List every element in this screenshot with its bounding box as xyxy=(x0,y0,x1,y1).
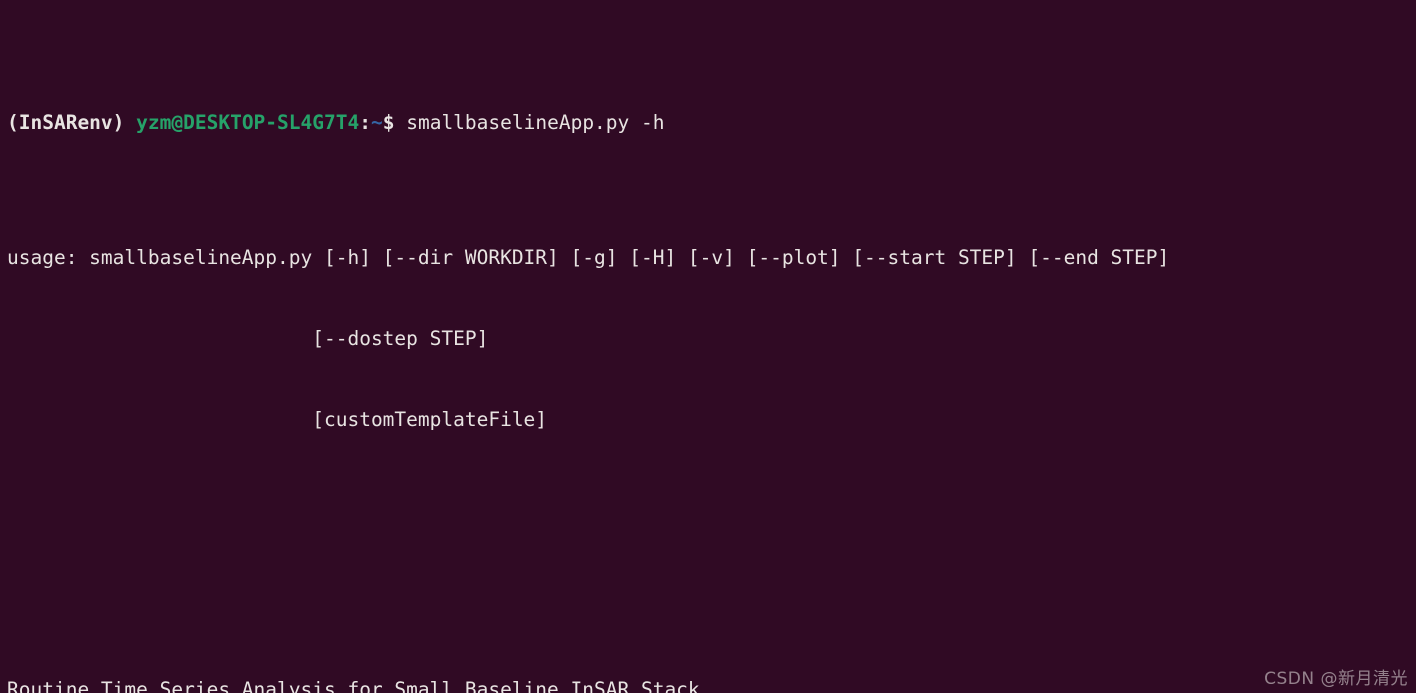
prompt-path: ~ xyxy=(370,111,383,134)
usage-line-2: [--dostep STEP] xyxy=(7,327,489,350)
terminal-screen: (InSARenv) yzm@DESKTOP-SL4G7T4:~$ smallb… xyxy=(7,1,1240,693)
prompt-user-host: yzm@DESKTOP-SL4G7T4 xyxy=(136,111,360,134)
prompt-space-2 xyxy=(394,111,406,134)
usage-line-1: usage: smallbaselineApp.py [-h] [--dir W… xyxy=(7,246,1170,269)
terminal-window[interactable]: (InSARenv) yzm@DESKTOP-SL4G7T4:~$ smallb… xyxy=(0,0,1416,693)
program-description: Routine Time Series Analysis for Small B… xyxy=(7,678,700,693)
prompt-venv: (InSARenv) xyxy=(7,111,125,134)
prompt-command: smallbaselineApp.py -h xyxy=(406,111,665,134)
prompt-space-1 xyxy=(124,111,136,134)
prompt-sigil: $ xyxy=(382,111,395,134)
prompt-colon: : xyxy=(359,111,371,134)
prompt-line: (InSARenv) yzm@DESKTOP-SL4G7T4:~$ smallb… xyxy=(7,109,1240,136)
csdn-watermark: CSDN @新月清光 xyxy=(1264,669,1408,689)
usage-line-3: [customTemplateFile] xyxy=(7,408,548,431)
